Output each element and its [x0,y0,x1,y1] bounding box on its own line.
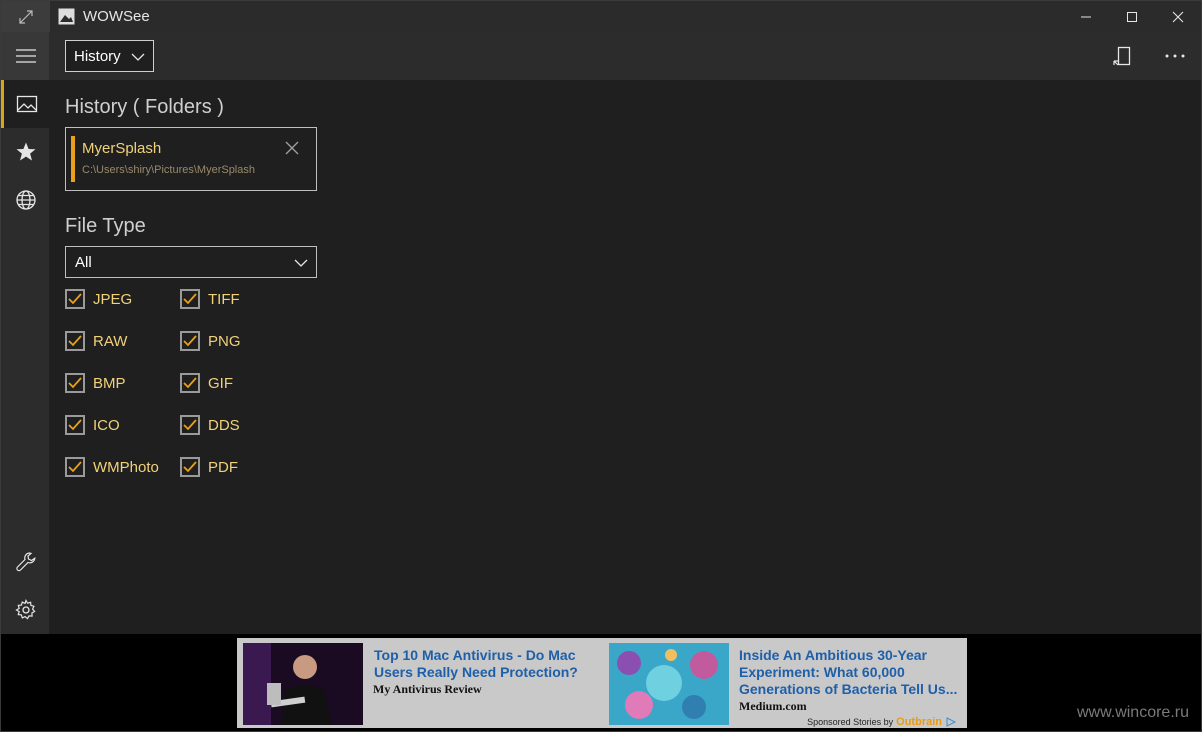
expand-icon[interactable] [1,1,50,33]
ad-banner[interactable]: Top 10 Mac Antivirus - Do Mac Users Real… [237,638,967,728]
check-icon [180,415,200,435]
checkbox-bmp[interactable]: BMP [65,371,126,395]
checkbox-label: ICO [93,416,120,434]
main-panel: History ( Folders ) MyerSplash C:\Users\… [49,80,1202,634]
checkbox-label: PDF [208,458,238,476]
nav-item-settings[interactable] [1,586,50,634]
hamburger-icon [15,49,36,63]
ad-headline-right[interactable]: Inside An Ambitious 30-Year Experiment: … [739,647,967,698]
checkbox-label: BMP [93,374,126,392]
left-nav [0,32,50,634]
chevron-down-icon [294,259,308,267]
close-window-button[interactable] [1155,1,1201,33]
title-bar: WOWSee [0,0,1202,33]
nav-item-tools[interactable] [1,538,50,586]
file-type-title: File Type [65,215,146,237]
sponsor-label: Sponsored Stories by [807,717,894,727]
sponsor-line[interactable]: Sponsored Stories by Outbrain [807,716,957,728]
adchoices-icon[interactable] [945,717,957,727]
chevron-down-icon [131,53,145,61]
file-type-select[interactable]: All [65,246,317,278]
gear-icon [14,599,36,620]
checkbox-ico[interactable]: ICO [65,413,120,437]
checkbox-label: JPEG [93,290,133,308]
checkbox-label: TIFF [208,290,240,308]
check-icon [180,289,200,309]
nav-item-images[interactable] [1,80,50,128]
maximize-icon [1127,12,1137,22]
folder-accent-bar [71,136,75,182]
rotate-device-icon [1113,46,1131,66]
app-logo-icon [58,8,75,25]
checkbox-raw[interactable]: RAW [65,329,127,353]
minimize-button[interactable] [1063,1,1109,33]
nav-item-online[interactable] [1,176,50,224]
ad-thumbnail-right[interactable] [609,643,729,725]
folder-card[interactable]: MyerSplash C:\Users\shiry\Pictures\MyerS… [65,127,317,191]
check-icon [65,415,85,435]
check-icon [65,457,85,477]
close-icon [1172,11,1184,23]
minimize-icon [1081,16,1091,18]
ad-thumbnail-left[interactable] [243,643,363,725]
file-type-select-value: All [75,253,92,271]
view-select[interactable]: History [65,40,154,72]
checkbox-png[interactable]: PNG [180,329,241,353]
checkbox-dds[interactable]: DDS [180,413,240,437]
ad-source-left: My Antivirus Review [373,682,482,696]
check-icon [65,289,85,309]
checkbox-wmphoto[interactable]: WMPhoto [65,455,159,479]
wrench-icon [15,552,35,572]
more-icon [1165,54,1185,58]
check-icon [180,331,200,351]
check-icon [65,373,85,393]
checkbox-tiff[interactable]: TIFF [180,287,240,311]
rotate-button[interactable] [1097,32,1149,80]
check-icon [65,331,85,351]
globe-icon [15,190,36,210]
folder-name: MyerSplash [82,140,162,157]
image-icon [16,95,38,113]
checkbox-jpeg[interactable]: JPEG [65,287,132,311]
checkbox-label: RAW [93,332,128,350]
checkbox-label: DDS [208,416,240,434]
command-bar: History [49,32,1202,80]
checkbox-label: PNG [208,332,241,350]
folder-path: C:\Users\shiry\Pictures\MyerSplash [82,164,255,176]
checkbox-gif[interactable]: GIF [180,371,233,395]
history-title: History ( Folders ) [65,96,224,118]
ad-headline-left[interactable]: Top 10 Mac Antivirus - Do Mac Users Real… [374,647,594,681]
check-icon [180,373,200,393]
maximize-button[interactable] [1109,1,1155,33]
nav-item-favorites[interactable] [1,128,50,176]
star-icon [16,142,35,161]
checkbox-label: WMPhoto [93,458,159,476]
remove-folder-icon[interactable] [284,140,300,156]
hamburger-button[interactable] [1,32,50,80]
app-title: WOWSee [83,8,150,25]
outbrain-logo: Outbrain [896,716,942,728]
watermark: www.wincore.ru [1076,704,1189,721]
check-icon [180,457,200,477]
ad-area: Top 10 Mac Antivirus - Do Mac Users Real… [0,634,1202,732]
more-button[interactable] [1149,32,1201,80]
checkbox-pdf[interactable]: PDF [180,455,238,479]
checkbox-label: GIF [208,374,233,392]
view-select-value: History [74,47,121,65]
ad-source-right: Medium.com [739,699,807,713]
